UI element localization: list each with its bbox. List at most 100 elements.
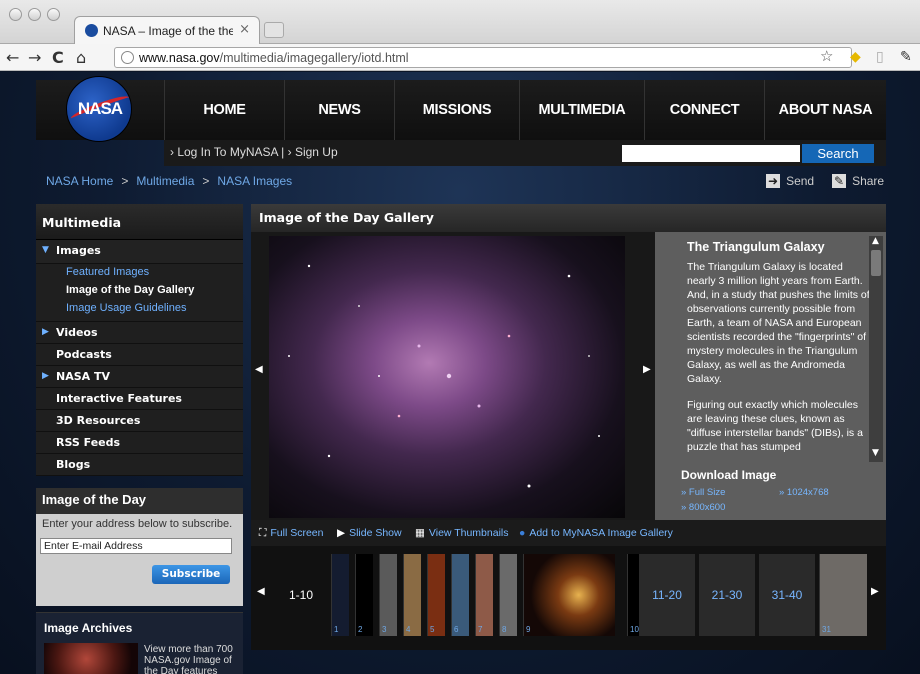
sidebar-item-label: Images	[56, 244, 101, 257]
sidebar-item-podcasts[interactable]: Podcasts	[36, 344, 243, 366]
sidebar-sub-image-of-the-day-gallery[interactable]: Image of the Day Gallery	[36, 282, 243, 300]
collapsed-arrow-icon: ▶	[42, 371, 49, 381]
forward-arrow-icon[interactable]: →	[28, 48, 41, 67]
browser-tab[interactable]: NASA – Image of the the Day ×	[74, 16, 260, 44]
description-paragraph: The Triangulum Galaxy is located nearly …	[687, 261, 870, 385]
login-signup-links[interactable]: › Log In To MyNASA | › Sign Up	[170, 145, 338, 159]
previous-image-arrow-icon[interactable]: ◀	[255, 364, 263, 375]
sidebar-sub-featured-images[interactable]: Featured Images	[36, 264, 243, 282]
scrollbar-thumb[interactable]	[871, 250, 881, 276]
page-1-10-button[interactable]: 1-10	[273, 554, 329, 636]
slide-show-button[interactable]: ▶ Slide Show	[337, 527, 402, 539]
sidebar-sub-image-usage-guidelines[interactable]: Image Usage Guidelines	[36, 300, 243, 322]
add-to-mynasa-button[interactable]: ● Add to MyNASA Image Gallery	[519, 527, 673, 539]
tool-label: Slide Show	[349, 527, 402, 539]
subscribe-button[interactable]: Subscribe	[152, 565, 230, 584]
page-viewport: HOME NEWS MISSIONS MULTIMEDIA CONNECT AB…	[0, 72, 920, 674]
galaxy-stars	[288, 264, 600, 488]
featured-image[interactable]	[269, 236, 625, 518]
site-container: HOME NEWS MISSIONS MULTIMEDIA CONNECT AB…	[36, 72, 886, 674]
reload-icon[interactable]: C	[52, 48, 64, 67]
extension-icon[interactable]: ◆	[850, 49, 861, 65]
page-21-30-button[interactable]: 21-30	[699, 554, 755, 636]
close-window-button[interactable]	[9, 8, 22, 21]
thumbnail[interactable]: 31	[819, 554, 867, 636]
logo-text: NASA	[77, 99, 123, 118]
email-field[interactable]: Enter E-mail Address	[40, 538, 232, 554]
tab-close-icon[interactable]: ×	[239, 22, 250, 37]
description-scrollbar[interactable]: ▲ ▼	[869, 236, 883, 462]
thumbnail-selected[interactable]: 9	[523, 554, 615, 636]
thumbnails-next-arrow-icon[interactable]: ▶	[871, 586, 879, 597]
thumbnail[interactable]: 7	[475, 554, 493, 636]
sidebar-item-label: Videos	[56, 326, 98, 339]
collapsed-arrow-icon: ▶	[42, 327, 49, 337]
iotd-box-title: Image of the Day	[42, 492, 147, 507]
scroll-down-arrow-icon[interactable]: ▼	[872, 448, 879, 458]
download-1024x768-link[interactable]: » 1024x768	[779, 487, 829, 498]
archives-text[interactable]: View more than 700 NASA.gov Image of the…	[144, 644, 240, 674]
nav-home[interactable]: HOME	[164, 80, 284, 140]
search-input[interactable]	[622, 145, 800, 162]
page-11-20-button[interactable]: 11-20	[639, 554, 695, 636]
sidebar-item-3d-resources[interactable]: 3D Resources	[36, 410, 243, 432]
minimize-window-button[interactable]	[28, 8, 41, 21]
full-screen-button[interactable]: ⛶ Full Screen	[259, 527, 323, 540]
archives-title: Image Archives	[44, 621, 133, 635]
gallery-title: Image of the Day Gallery	[251, 204, 886, 232]
wrench-icon[interactable]: ✎	[900, 49, 912, 65]
browser-toolbar: ← → C ⌂ www.nasa.gov/multimedia/imagegal…	[0, 44, 920, 71]
sidebar-item-rss-feeds[interactable]: RSS Feeds	[36, 432, 243, 454]
globe-icon	[121, 51, 134, 64]
nasa-logo[interactable]: NASA	[66, 76, 132, 142]
sidebar-item-videos[interactable]: ▶ Videos	[36, 322, 243, 344]
nav-multimedia[interactable]: MULTIMEDIA	[519, 80, 644, 140]
nav-connect[interactable]: CONNECT	[644, 80, 764, 140]
sidebar-item-nasa-tv[interactable]: ▶ NASA TV	[36, 366, 243, 388]
view-thumbnails-button[interactable]: ▦ View Thumbnails	[415, 527, 509, 539]
tab-title: NASA – Image of the the Day	[103, 24, 233, 38]
send-button[interactable]: ➜ Send	[766, 174, 814, 188]
thumbnail[interactable]: 3	[379, 554, 397, 636]
thumbnail[interactable]: 8	[499, 554, 517, 636]
back-arrow-icon[interactable]: ←	[6, 48, 19, 67]
nav-missions[interactable]: MISSIONS	[394, 80, 519, 140]
thumbnail[interactable]: 2	[355, 554, 373, 636]
thumbnail-strip: ◀ 1-10 1 2 3 4 5 6 7 8 9 10 11-20 21-30 …	[251, 546, 886, 650]
new-tab-button[interactable]	[264, 22, 284, 38]
next-image-arrow-icon[interactable]: ▶	[643, 364, 651, 375]
search-button[interactable]: Search	[802, 144, 874, 163]
expanded-arrow-icon: ▼	[42, 245, 49, 255]
thumbnail[interactable]: 1	[331, 554, 349, 636]
address-bar[interactable]: www.nasa.gov/multimedia/imagegallery/iot…	[114, 47, 852, 68]
thumbnail[interactable]: 6	[451, 554, 469, 636]
download-800x600-link[interactable]: » 800x600	[681, 502, 725, 513]
breadcrumb: NASA Home > Multimedia > NASA Images	[46, 174, 292, 188]
sidebar-item-images[interactable]: ▼ Images	[36, 240, 243, 264]
page-31-40-button[interactable]: 31-40	[759, 554, 815, 636]
share-button[interactable]: ✎ Share	[832, 174, 884, 188]
archives-thumbnail[interactable]	[44, 643, 138, 674]
scroll-up-arrow-icon[interactable]: ▲	[872, 236, 879, 246]
thumbnail[interactable]: 5	[427, 554, 445, 636]
sidebar-item-blogs[interactable]: Blogs	[36, 454, 243, 476]
thumbnail[interactable]: 10	[627, 554, 639, 636]
image-viewer: ◀ ▶ The Triangulum Galaxy The Triangulum…	[251, 232, 886, 520]
home-icon[interactable]: ⌂	[76, 48, 86, 67]
bookmark-star-icon[interactable]: ☆	[820, 47, 833, 65]
zoom-window-button[interactable]	[47, 8, 60, 21]
iotd-subscribe-box: Image of the Day Enter your address belo…	[36, 488, 243, 606]
sidebar-item-interactive-features[interactable]: Interactive Features	[36, 388, 243, 410]
send-label: Send	[786, 174, 815, 188]
breadcrumb-multimedia[interactable]: Multimedia	[136, 174, 194, 188]
download-full-size-link[interactable]: » Full Size	[681, 487, 725, 498]
breadcrumb-nasa-images[interactable]: NASA Images	[217, 174, 292, 188]
description-paragraph: Figuring out exactly which molecules are…	[687, 399, 863, 453]
nav-about-nasa[interactable]: ABOUT NASA	[764, 80, 886, 140]
full-screen-icon: ⛶	[259, 527, 267, 539]
thumbnail[interactable]: 4	[403, 554, 421, 636]
thumbnails-previous-arrow-icon[interactable]: ◀	[257, 586, 265, 597]
breadcrumb-nasa-home[interactable]: NASA Home	[46, 174, 113, 188]
nav-news[interactable]: NEWS	[284, 80, 394, 140]
page-menu-icon[interactable]: ▯	[876, 49, 884, 65]
